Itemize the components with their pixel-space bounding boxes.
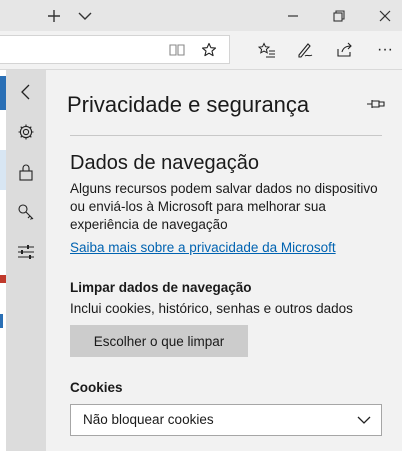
choose-what-to-clear-button[interactable]: Escolher o que limpar — [70, 325, 248, 357]
toolbar: ··· — [0, 31, 402, 69]
section-description: Alguns recursos podem salvar dados no di… — [70, 181, 378, 232]
favorites-list-icon[interactable] — [252, 35, 282, 64]
learn-more-link[interactable]: Saiba mais sobre a privacidade da Micros… — [70, 240, 336, 255]
minimize-icon[interactable] — [276, 0, 310, 31]
more-icon[interactable]: ··· — [370, 35, 400, 64]
hub-nav-rail — [6, 70, 46, 451]
back-icon[interactable] — [6, 72, 46, 112]
clear-data-heading: Limpar dados de navegação — [70, 280, 252, 295]
cookies-select-value: Não bloquear cookies — [83, 412, 214, 427]
pen-icon[interactable] — [290, 35, 320, 64]
clear-data-description: Inclui cookies, histórico, senhas e outr… — [70, 301, 353, 316]
cookies-label: Cookies — [70, 380, 123, 395]
panel-title: Privacidade e segurança — [67, 92, 310, 117]
pin-icon[interactable] — [364, 94, 388, 114]
share-icon[interactable] — [330, 35, 360, 64]
sliders-icon[interactable] — [6, 232, 46, 272]
reading-view-icon[interactable] — [162, 35, 192, 64]
key-icon[interactable] — [6, 192, 46, 232]
chevron-down-icon[interactable] — [68, 0, 102, 31]
title-divider — [70, 135, 382, 136]
section-title: Dados de navegação — [70, 152, 260, 174]
settings-gear-icon[interactable] — [6, 112, 46, 152]
restore-icon[interactable] — [322, 0, 356, 31]
favorite-star-icon[interactable] — [194, 35, 224, 64]
chevron-down-icon — [357, 416, 371, 424]
plus-icon[interactable] — [37, 0, 71, 31]
close-icon[interactable] — [368, 0, 402, 31]
page-edge-blue-mark — [0, 314, 3, 328]
lock-icon[interactable] — [6, 152, 46, 192]
title-bar — [0, 0, 402, 31]
cookies-select[interactable]: Não bloquear cookies — [70, 404, 382, 436]
privacy-settings-panel: Privacidade e segurança Dados de navegaç… — [46, 70, 402, 451]
